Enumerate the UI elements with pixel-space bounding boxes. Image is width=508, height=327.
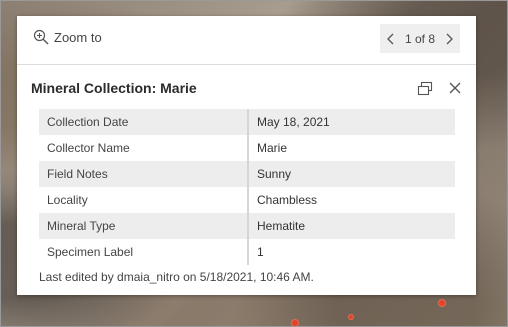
feature-pager: 1 of 8 xyxy=(380,24,460,53)
zoom-in-icon xyxy=(33,29,49,45)
last-edited-info: Last edited by dmaia_nitro on 5/18/2021,… xyxy=(39,270,314,284)
attribute-value: 1 xyxy=(257,245,264,259)
previous-feature-button[interactable] xyxy=(386,32,396,46)
attribute-value: Hematite xyxy=(248,213,455,239)
attribute-value: May 18, 2021 xyxy=(248,109,455,135)
close-icon xyxy=(449,82,461,94)
table-row: Locality Chambless xyxy=(39,187,455,213)
popup-header: Zoom to 1 of 8 xyxy=(17,16,476,65)
dock-button[interactable] xyxy=(417,81,433,101)
zoom-to-label: Zoom to xyxy=(54,29,102,45)
chevron-right-icon xyxy=(446,33,453,44)
popup-title-row: Mineral Collection: Marie xyxy=(17,65,476,109)
attribute-value: Chambless xyxy=(257,193,318,207)
map-marker[interactable] xyxy=(438,299,446,307)
pager-count: 1 of 8 xyxy=(404,31,436,46)
map-marker[interactable] xyxy=(348,314,354,320)
attribute-key: Locality xyxy=(39,187,249,213)
map-marker[interactable] xyxy=(291,319,299,327)
feature-popup: Zoom to 1 of 8 Mineral Collection: Marie xyxy=(17,16,476,295)
attribute-value: Sunny xyxy=(248,161,455,187)
attribute-key: Mineral Type xyxy=(39,213,249,239)
attribute-value: Marie xyxy=(257,141,288,155)
attribute-key: Field Notes xyxy=(39,161,249,187)
next-feature-button[interactable] xyxy=(444,32,454,46)
attribute-key: Collector Name xyxy=(39,135,249,161)
popup-title: Mineral Collection: Marie xyxy=(31,80,197,96)
attribute-table: Collection Date May 18, 2021 Collector N… xyxy=(39,109,455,265)
attribute-key: Specimen Label xyxy=(39,239,249,265)
zoom-to-button[interactable]: Zoom to xyxy=(33,29,102,45)
attribute-key: Collection Date xyxy=(39,109,249,135)
table-row: Specimen Label 1 xyxy=(39,239,455,265)
table-row: Mineral Type Hematite xyxy=(39,213,455,239)
dock-icon xyxy=(417,81,433,96)
table-row: Field Notes Sunny xyxy=(39,161,455,187)
table-row: Collection Date May 18, 2021 xyxy=(39,109,455,135)
close-button[interactable] xyxy=(448,81,462,100)
chevron-left-icon xyxy=(387,33,394,44)
table-row: Collector Name Marie xyxy=(39,135,455,161)
